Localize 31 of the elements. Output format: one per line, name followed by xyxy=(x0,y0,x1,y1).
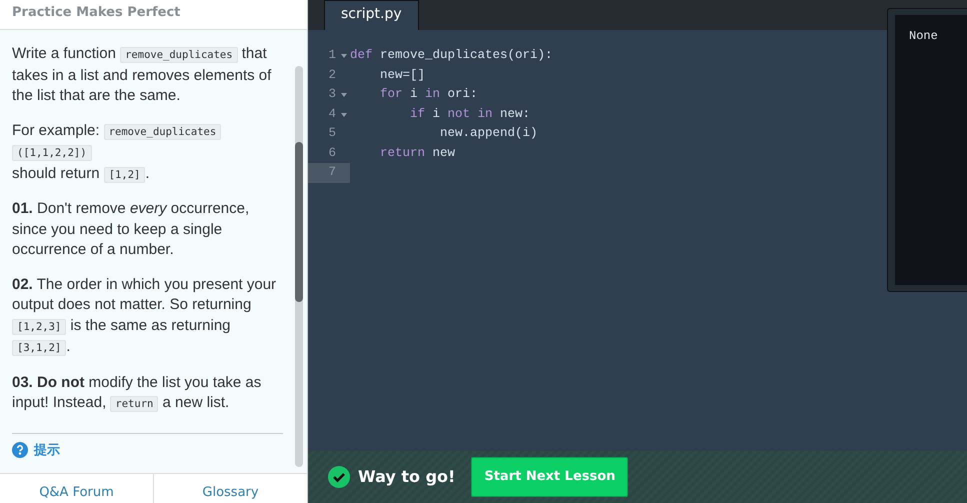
footer-link[interactable]: Q&A Forum xyxy=(0,474,153,503)
code-line: new.append(i) xyxy=(439,125,538,142)
code-line: for i in ori: xyxy=(379,86,478,104)
paragraph: 02. The order in which you present your output does not matter. So returning [1,2,3] is the same as returning [3,1,2] . xyxy=(12,274,278,358)
fold-icon[interactable] xyxy=(341,112,347,116)
line-number: 6 xyxy=(327,144,337,162)
file-tab[interactable]: script.py xyxy=(324,0,419,30)
paragraph: Write a function remove_duplicates that takes in a list and removes elements of the list that are the same. xyxy=(12,44,272,106)
fold-icon[interactable] xyxy=(341,93,347,97)
line-number: 5 xyxy=(327,125,337,142)
footer-link[interactable]: Glossary xyxy=(153,474,307,503)
code-line: def remove_duplicates(ori): xyxy=(350,47,553,64)
line-number: 4 xyxy=(308,104,350,124)
scrollbar[interactable] xyxy=(295,66,303,467)
paragraph: 03. Do not modify the list you take as input! Instead, return a new list. xyxy=(12,372,262,414)
help-icon xyxy=(12,442,28,458)
code-line: new=[] xyxy=(379,66,426,84)
success-message: Way to go! xyxy=(358,466,456,488)
check-icon xyxy=(328,466,350,488)
fold-icon[interactable] xyxy=(341,54,347,58)
paragraph: For example: remove_duplicates ([1,1,2,2]) should return [1,2] . xyxy=(12,120,283,185)
line-number: 1 xyxy=(308,46,350,66)
lesson-title: Practice Makes Perfect xyxy=(0,0,307,30)
code-line: return new xyxy=(379,144,456,162)
paragraph: 01. Don't remove every occurrence, since you need to keep a single occurrence of a number. xyxy=(12,199,250,260)
line-number: 7 xyxy=(308,163,350,182)
hint-link[interactable]: 提示 xyxy=(34,440,60,460)
output-text: None xyxy=(909,29,938,43)
line-number: 3 xyxy=(308,85,350,104)
line-number: 2 xyxy=(327,66,337,84)
code-line: if i not in new: xyxy=(409,106,530,123)
